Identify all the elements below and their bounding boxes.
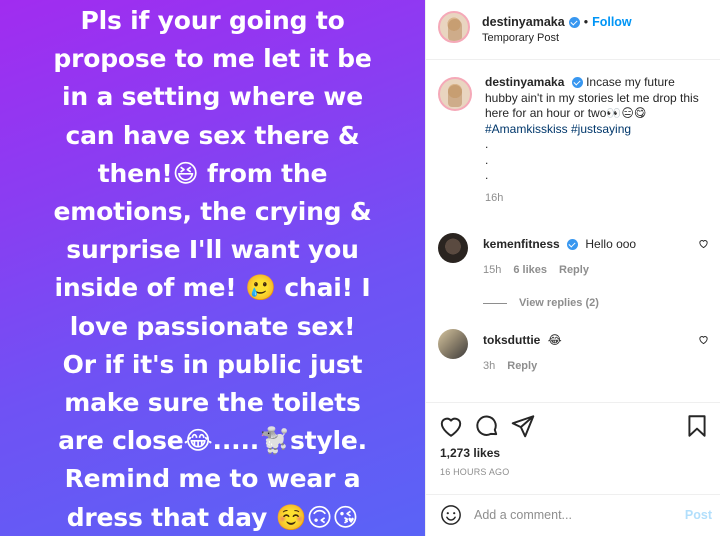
comment-input[interactable] bbox=[474, 503, 674, 527]
comment-text: Hello ooo bbox=[585, 237, 637, 251]
share-paper-plane-icon[interactable] bbox=[510, 413, 536, 439]
comment-username[interactable]: kemenfitness bbox=[483, 237, 560, 251]
view-replies-button[interactable]: View replies (2) bbox=[483, 297, 599, 309]
view-replies-line bbox=[483, 302, 507, 304]
follow-button[interactable]: Follow bbox=[592, 15, 632, 29]
post-side-panel: destinyamaka • Follow Temporary Post des… bbox=[425, 0, 720, 536]
verified-badge-icon bbox=[568, 16, 580, 28]
commenter-avatar[interactable] bbox=[438, 233, 468, 263]
comment-text: 😂 bbox=[547, 333, 562, 347]
caption-hashtags[interactable]: #Amamkisskiss #justsaying bbox=[485, 122, 631, 136]
comment-time[interactable]: 3h bbox=[483, 360, 495, 372]
like-comment-heart-icon[interactable] bbox=[698, 334, 709, 345]
comment-bubble-icon[interactable] bbox=[474, 413, 500, 439]
save-bookmark-icon[interactable] bbox=[684, 413, 710, 439]
comments-section: destinyamaka Incase my future hubby ain'… bbox=[426, 61, 720, 401]
story-image: Pls if your going to propose to me let i… bbox=[0, 0, 425, 536]
caption: destinyamaka Incase my future hubby ain'… bbox=[438, 75, 708, 204]
view-replies-label: View replies (2) bbox=[519, 297, 599, 309]
comment-likes[interactable]: 6 likes bbox=[513, 264, 547, 276]
comment-item: kemenfitness Hello ooo 15h 6 likes Reply bbox=[438, 233, 713, 276]
post-header: destinyamaka • Follow Temporary Post bbox=[426, 0, 720, 60]
story-text: Pls if your going to propose to me let i… bbox=[53, 6, 372, 532]
reply-button[interactable]: Reply bbox=[559, 264, 589, 276]
reply-button[interactable]: Reply bbox=[507, 360, 537, 372]
comment-time[interactable]: 15h bbox=[483, 264, 501, 276]
author-avatar[interactable] bbox=[438, 10, 470, 43]
header-meta: destinyamaka • Follow Temporary Post bbox=[482, 15, 632, 44]
caption-time[interactable]: 16h bbox=[485, 192, 708, 204]
likes-count[interactable]: 1,273 likes bbox=[440, 446, 500, 460]
header-separator: • bbox=[583, 15, 589, 29]
caption-dots: . . . bbox=[485, 137, 489, 182]
emoji-smiley-icon[interactable] bbox=[440, 504, 462, 526]
author-username[interactable]: destinyamaka bbox=[482, 15, 565, 29]
caption-username[interactable]: destinyamaka bbox=[485, 75, 564, 89]
commenter-avatar[interactable] bbox=[438, 329, 468, 359]
post-location-label: Temporary Post bbox=[482, 32, 560, 44]
post-comment-button[interactable]: Post bbox=[685, 508, 712, 522]
comment-item: toksduttie 😂 3h Reply bbox=[438, 329, 713, 372]
verified-badge-icon bbox=[567, 239, 579, 251]
post-timestamp[interactable]: 16 HOURS AGO bbox=[440, 467, 509, 477]
like-comment-heart-icon[interactable] bbox=[698, 238, 709, 249]
caption-avatar[interactable] bbox=[438, 77, 472, 111]
comment-username[interactable]: toksduttie bbox=[483, 333, 540, 347]
add-comment-bar: Post bbox=[426, 494, 720, 536]
post-actions: 1,273 likes 16 HOURS AGO bbox=[426, 402, 720, 494]
verified-badge-icon bbox=[571, 77, 583, 89]
like-heart-icon[interactable] bbox=[438, 413, 464, 439]
